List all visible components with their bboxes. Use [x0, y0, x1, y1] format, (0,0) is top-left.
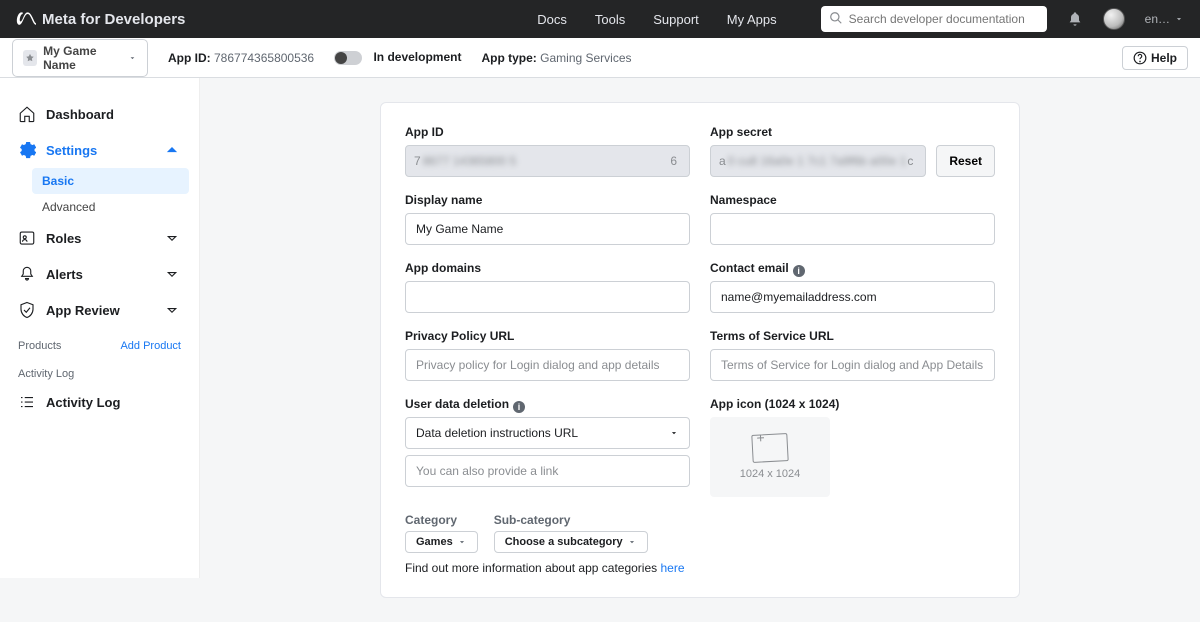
tos-input[interactable] — [710, 349, 995, 381]
chevron-down-icon — [1174, 14, 1184, 24]
app-id-field: 78677 14365800 56 — [405, 145, 690, 177]
display-name-input[interactable] — [405, 213, 690, 245]
chevron-down-icon — [163, 229, 181, 247]
add-product-link[interactable]: Add Product — [120, 340, 181, 352]
app-domains-label: App domains — [405, 261, 690, 275]
search-box — [821, 6, 1047, 32]
gear-icon — [18, 141, 36, 159]
user-del-label: User data deletion — [405, 397, 509, 411]
app-icon-placeholder — [23, 50, 37, 66]
namespace-label: Namespace — [710, 193, 995, 207]
chevron-down-icon — [457, 537, 467, 547]
nav-docs[interactable]: Docs — [537, 12, 567, 27]
chevron-up-icon — [163, 141, 181, 159]
sidebar-item-settings[interactable]: Settings — [10, 132, 189, 168]
sidebar-sub-advanced[interactable]: Advanced — [32, 194, 189, 220]
app-secret-field: a0 cu8 16a0e 1 7c1 7a9f6b a00e 1c — [710, 145, 926, 177]
chevron-down-icon — [627, 537, 637, 547]
app-icon-upload[interactable]: 1024 x 1024 — [710, 417, 830, 497]
app-type-display: App type: Gaming Services — [481, 51, 631, 65]
sidebar-item-dashboard[interactable]: Dashboard — [10, 96, 189, 132]
avatar[interactable] — [1103, 8, 1125, 30]
sidebar-item-activity-log[interactable]: Activity Log — [10, 384, 189, 420]
app-status[interactable]: In development — [334, 50, 461, 65]
search-icon — [829, 11, 843, 25]
contact-email-input[interactable] — [710, 281, 995, 313]
app-secret-label: App secret — [710, 125, 995, 139]
app-domains-input[interactable] — [405, 281, 690, 313]
privacy-input[interactable] — [405, 349, 690, 381]
sidebar-heading-products: Products Add Product — [10, 328, 189, 356]
app-id-label: App ID — [405, 125, 690, 139]
chevron-down-icon — [669, 428, 679, 438]
sidebar-heading-activity: Activity Log — [10, 356, 189, 384]
category-select[interactable]: Games — [405, 531, 478, 553]
image-placeholder-icon — [751, 433, 788, 463]
display-name-label: Display name — [405, 193, 690, 207]
namespace-input[interactable] — [710, 213, 995, 245]
app-icon-label: App icon (1024 x 1024) — [710, 397, 995, 411]
nav-myapps[interactable]: My Apps — [727, 12, 777, 27]
settings-card: App ID 78677 14365800 56 App secret a0 c… — [380, 102, 1020, 598]
sidebar: Dashboard Settings Basic Advanced Roles … — [0, 78, 200, 578]
info-icon[interactable]: i — [513, 401, 525, 413]
reset-button[interactable]: Reset — [936, 145, 995, 177]
brand[interactable]: Meta for Developers — [16, 9, 185, 29]
meta-logo-icon — [16, 9, 36, 29]
chevron-down-icon — [128, 53, 137, 63]
category-help-text: Find out more information about app cate… — [405, 561, 995, 575]
list-icon — [18, 393, 36, 411]
tos-label: Terms of Service URL — [710, 329, 995, 343]
privacy-label: Privacy Policy URL — [405, 329, 690, 343]
chevron-down-icon — [163, 265, 181, 283]
sidebar-sub-basic[interactable]: Basic — [32, 168, 189, 194]
help-icon — [1133, 51, 1147, 65]
sidebar-item-alerts[interactable]: Alerts — [10, 256, 189, 292]
subcat-label: Sub-category — [494, 513, 648, 527]
sidebar-item-roles[interactable]: Roles — [10, 220, 189, 256]
nav-tools[interactable]: Tools — [595, 12, 625, 27]
home-icon — [18, 105, 36, 123]
language-switcher[interactable]: en… — [1145, 12, 1184, 26]
chevron-down-icon — [163, 301, 181, 319]
user-del-link-input[interactable] — [405, 455, 690, 487]
bell-icon[interactable] — [1067, 11, 1083, 27]
status-toggle[interactable] — [334, 51, 362, 65]
contact-email-label: Contact email — [710, 261, 789, 275]
sidebar-item-app-review[interactable]: App Review — [10, 292, 189, 328]
user-del-select[interactable]: Data deletion instructions URL — [405, 417, 690, 449]
app-id-display: App ID: 786774365800536 — [168, 51, 314, 65]
help-button[interactable]: Help — [1122, 46, 1188, 70]
category-label: Category — [405, 513, 478, 527]
search-input[interactable] — [821, 6, 1047, 32]
roles-icon — [18, 229, 36, 247]
info-icon[interactable]: i — [793, 265, 805, 277]
app-selector[interactable]: My Game Name — [12, 39, 148, 77]
category-help-link[interactable]: here — [660, 561, 684, 575]
nav-support[interactable]: Support — [653, 12, 699, 27]
subcat-select[interactable]: Choose a subcategory — [494, 531, 648, 553]
brand-text: Meta for Developers — [42, 11, 185, 28]
bell-icon — [18, 265, 36, 283]
shield-icon — [18, 301, 36, 319]
